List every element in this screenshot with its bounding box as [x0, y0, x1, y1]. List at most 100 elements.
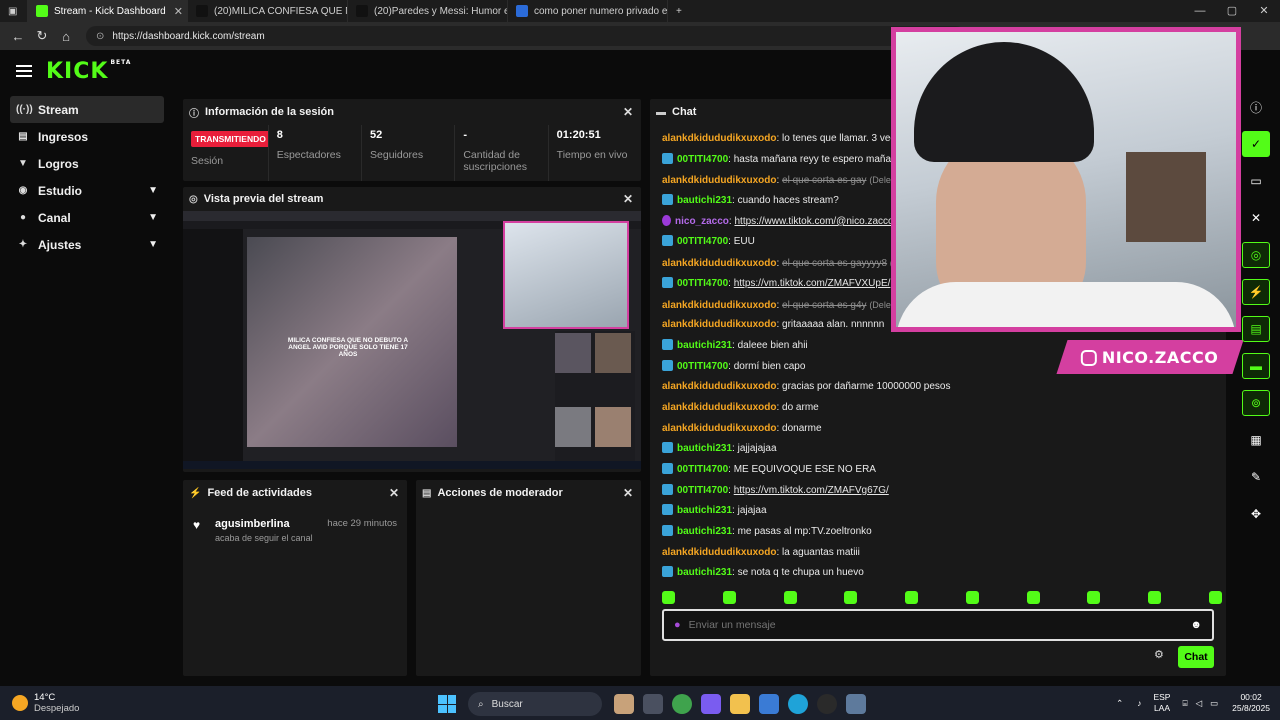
chevron-down-icon[interactable]: ▼: [148, 239, 158, 250]
volume-icon[interactable]: ◁: [1196, 698, 1203, 709]
network-icon[interactable]: ⌸: [1182, 698, 1187, 709]
clock[interactable]: 00:02 25/8/2025: [1232, 692, 1270, 714]
kick-logo[interactable]: KICK BETA: [46, 59, 131, 84]
chat-input[interactable]: [688, 619, 1191, 631]
chat-username[interactable]: alankdkidududikxuxodo: [662, 258, 776, 269]
close-icon[interactable]: ✕: [623, 486, 633, 500]
chevron-down-icon[interactable]: ▼: [148, 212, 158, 223]
browser-tab[interactable]: (20)Paredes y Messi: Humor en E✕: [348, 0, 508, 22]
minimize-button[interactable]: —: [1184, 0, 1216, 22]
close-tab-icon[interactable]: ✕: [166, 5, 183, 18]
obs-icon[interactable]: [817, 694, 837, 714]
chat-username[interactable]: alankdkidududikxuxodo: [662, 175, 776, 186]
chevron-up-icon[interactable]: ⌃: [1116, 698, 1123, 709]
browser-tab[interactable]: como poner numero privado en✕: [508, 0, 668, 22]
chat-link[interactable]: https://vm.tiktok.com/ZMAFVXUpE/: [734, 278, 891, 289]
language-indicator[interactable]: ESP LAA: [1153, 692, 1170, 714]
taskbar-app-icon[interactable]: [614, 694, 634, 714]
chat-username[interactable]: bautichi231: [677, 526, 732, 537]
settings-icon[interactable]: [846, 694, 866, 714]
chat-username[interactable]: alankdkidududikxuxodo: [662, 547, 776, 558]
feed-user[interactable]: agusimberlina: [215, 518, 313, 530]
menu-icon[interactable]: [16, 65, 32, 77]
chat-username[interactable]: 00TITI4700: [677, 464, 728, 475]
emote-icon[interactable]: [783, 591, 797, 604]
apps-icon[interactable]: ✥: [1242, 501, 1270, 527]
chevron-down-icon[interactable]: ▼: [148, 185, 158, 196]
home-icon[interactable]: ⌂: [54, 29, 78, 44]
chat-username[interactable]: 00TITI4700: [677, 361, 728, 372]
chat-link[interactable]: https://www.tiktok.com/@nico.zacco?is: [734, 216, 906, 227]
chat-username[interactable]: alankdkidududikxuxodo: [662, 402, 776, 413]
check-icon[interactable]: ✓: [1242, 131, 1270, 157]
chat-username[interactable]: 00TITI4700: [677, 485, 728, 496]
tab-actions-button[interactable]: ▣: [0, 0, 28, 22]
folder-icon[interactable]: [730, 694, 750, 714]
mic-tray-icon[interactable]: ♪: [1137, 698, 1141, 708]
emote-icon[interactable]: [1208, 591, 1222, 604]
battery-icon[interactable]: ▭: [1210, 698, 1218, 709]
close-window-button[interactable]: ✕: [1248, 0, 1280, 22]
emote-icon[interactable]: [905, 591, 919, 604]
emote-icon[interactable]: [965, 591, 979, 604]
url-field[interactable]: ⊙ https://dashboard.kick.com/stream: [86, 26, 966, 46]
store-icon[interactable]: [759, 694, 779, 714]
emote-icon[interactable]: [844, 591, 858, 604]
back-icon[interactable]: ←: [6, 29, 30, 44]
chat-username[interactable]: alankdkidududikxuxodo: [662, 319, 776, 330]
new-tab-button[interactable]: +: [668, 0, 690, 22]
edge-icon[interactable]: [788, 694, 808, 714]
chrome-icon[interactable]: [672, 694, 692, 714]
cards-icon[interactable]: ▦: [1242, 427, 1270, 453]
chat-username[interactable]: alankdkidududikxuxodo: [662, 381, 776, 392]
sidebar-item-canal[interactable]: ● Canal ▼: [10, 204, 164, 231]
chat-username[interactable]: bautichi231: [677, 567, 732, 578]
sidebar-item-ingresos[interactable]: ▤ Ingresos: [10, 123, 164, 150]
file-toggle-icon[interactable]: ▤: [1242, 316, 1270, 342]
broadcast-toggle-icon[interactable]: ⊚: [1242, 390, 1270, 416]
close-icon[interactable]: ✕: [623, 192, 633, 206]
copilot-icon[interactable]: [701, 694, 721, 714]
chat-send-button[interactable]: Chat: [1178, 646, 1214, 668]
chat-username[interactable]: 00TITI4700: [677, 278, 728, 289]
sidebar-item-estudio[interactable]: ◉ Estudio ▼: [10, 177, 164, 204]
emote-icon[interactable]: [662, 591, 675, 604]
chat-username[interactable]: 00TITI4700: [677, 236, 728, 247]
start-icon[interactable]: [438, 695, 456, 713]
emote-icon[interactable]: [1026, 591, 1040, 604]
chat-username[interactable]: bautichi231: [677, 340, 732, 351]
sidebar-item-ajustes[interactable]: ✦ Ajustes ▼: [10, 231, 164, 258]
chat-username[interactable]: 00TITI4700: [677, 154, 728, 165]
maximize-button[interactable]: ▢: [1216, 0, 1248, 22]
chat-username[interactable]: bautichi231: [677, 443, 732, 454]
browser-tab[interactable]: Stream - Kick Dashboard ✕: [28, 0, 188, 22]
reload-icon[interactable]: ↻: [30, 28, 54, 44]
chat-username[interactable]: bautichi231: [677, 505, 732, 516]
stream-preview-video[interactable]: MILICA CONFIESA QUE NO DEBUTO A ANGEL AV…: [183, 211, 641, 469]
weather-widget[interactable]: 14°C Despejado: [12, 692, 79, 714]
taskbar-search[interactable]: ⌕ Buscar: [468, 692, 602, 716]
layout-icon[interactable]: ▭: [1242, 168, 1270, 194]
close-icon[interactable]: ✕: [623, 105, 633, 119]
browser-tab[interactable]: (20)MILICA CONFIESA QUE NO H✕: [188, 0, 348, 22]
emote-icon[interactable]: [1087, 591, 1101, 604]
chat-username[interactable]: alankdkidududikxuxodo: [662, 423, 776, 434]
close-icon[interactable]: ✕: [1242, 205, 1270, 231]
info-icon[interactable]: ⓘ: [1242, 94, 1270, 120]
chat-toggle-icon[interactable]: ▬: [1242, 353, 1270, 379]
close-icon[interactable]: ✕: [389, 486, 399, 500]
wrench-icon[interactable]: ✎: [1242, 464, 1270, 490]
chat-username[interactable]: alankdkidududikxuxodo: [662, 300, 776, 311]
chat-username[interactable]: nico_zacco: [675, 216, 729, 227]
chat-link[interactable]: https://vm.tiktok.com/ZMAFVg67G/: [734, 485, 889, 496]
sidebar-item-logros[interactable]: ▼ Logros: [10, 150, 164, 177]
sidebar-item-stream[interactable]: ((·)) Stream: [10, 96, 164, 123]
chat-input-box[interactable]: ● ☻: [662, 609, 1214, 641]
chat-username[interactable]: bautichi231: [677, 195, 732, 206]
emote-icon[interactable]: [722, 591, 736, 604]
preview-toggle-icon[interactable]: ◎: [1242, 242, 1270, 268]
bolt-toggle-icon[interactable]: ⚡: [1242, 279, 1270, 305]
taskview-icon[interactable]: [643, 694, 663, 714]
emoji-icon[interactable]: ☻: [1190, 619, 1202, 631]
emote-icon[interactable]: [1148, 591, 1162, 604]
